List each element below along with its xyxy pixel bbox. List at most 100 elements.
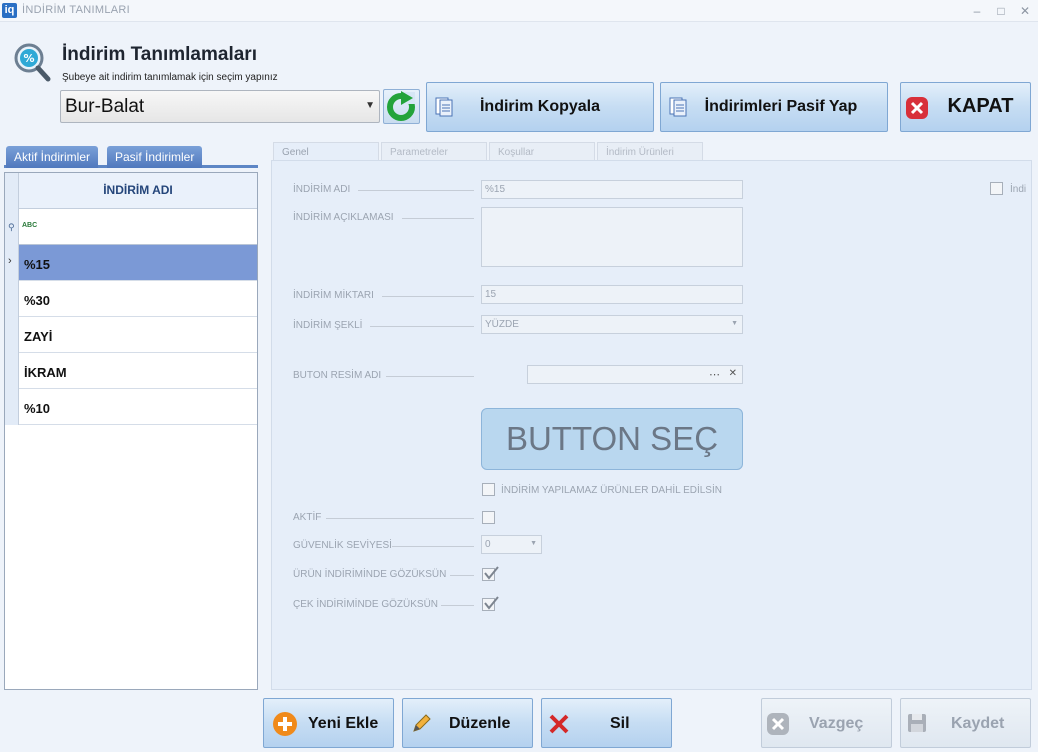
window-title: İNDİRİM TANIMLARI <box>22 4 130 16</box>
svg-text:%: % <box>23 52 34 65</box>
delete-button[interactable]: Sil <box>541 698 672 748</box>
chevron-right-icon: › <box>8 255 12 267</box>
row-name: ZAYİ <box>24 329 53 344</box>
table-row[interactable]: %30 <box>5 281 257 317</box>
amount-input[interactable]: 15 <box>481 285 743 304</box>
name-input[interactable]: %15 <box>481 180 743 199</box>
extra-checkbox-label: İndi <box>1010 184 1027 195</box>
type-select-value: YÜZDE <box>485 319 519 330</box>
tab-parameters[interactable]: Parametreler <box>381 142 487 162</box>
amount-label: İNDİRİM MİKTARI <box>293 290 374 301</box>
image-name-input[interactable]: ⋯ ✕ <box>527 365 743 384</box>
edit-button[interactable]: Düzenle <box>402 698 533 748</box>
divider <box>392 546 474 547</box>
filter-icon: ⚲ <box>8 222 15 232</box>
security-level-value: 0 <box>485 539 491 550</box>
add-new-button[interactable]: Yeni Ekle <box>263 698 394 748</box>
security-level-select[interactable]: 0 ▼ <box>481 535 542 554</box>
image-name-label: BUTON RESİM ADI <box>293 370 382 381</box>
check-icon <box>484 566 499 580</box>
divider <box>402 218 474 219</box>
include-products-label: İNDİRİM YAPILAMAZ ÜRÜNLER DAHİL EDİLSİN <box>501 485 722 496</box>
refresh-button[interactable] <box>383 89 420 124</box>
delete-icon <box>549 714 569 734</box>
chevron-down-icon: ▼ <box>731 320 738 327</box>
row-indicator <box>5 353 19 389</box>
edit-label: Düzenle <box>449 715 511 732</box>
cancel-label: Vazgeç <box>809 715 864 732</box>
check-show-label: ÇEK İNDİRİMİNDE GÖZÜKSÜN <box>293 599 439 610</box>
table-row[interactable]: › %15 <box>5 245 257 281</box>
make-passive-label: İndirimleri Pasif Yap <box>704 98 858 115</box>
row-name: %10 <box>24 401 51 416</box>
clear-icon[interactable]: ✕ <box>729 368 737 379</box>
description-label: İNDİRİM AÇIKLAMASI <box>293 212 394 223</box>
row-name: %15 <box>24 257 51 272</box>
pencil-icon <box>413 714 431 732</box>
divider <box>441 605 474 606</box>
copy-discount-button[interactable]: İndirim Kopyala <box>426 82 654 132</box>
tab-active-discounts[interactable]: Aktif İndirimler <box>6 146 99 168</box>
delete-label: Sil <box>610 715 630 732</box>
active-label: AKTİF <box>293 512 322 523</box>
left-tab-strip: Aktif İndirimler Pasif İndirimler <box>4 144 258 168</box>
floppy-disk-icon <box>908 714 926 732</box>
type-select[interactable]: YÜZDE ▼ <box>481 315 743 334</box>
window-close-button[interactable]: ✕ <box>1014 2 1036 20</box>
filter-row[interactable]: ⚲ ABC <box>5 209 257 245</box>
close-button[interactable]: KAPAT <box>900 82 1031 132</box>
tab-conditions[interactable]: Koşullar <box>489 142 595 162</box>
cancel-button[interactable]: Vazgeç <box>761 698 892 748</box>
text-filter-icon: ABC <box>22 222 38 229</box>
make-passive-button[interactable]: İndirimleri Pasif Yap <box>660 82 888 132</box>
security-level-label: GÜVENLİK SEVİYESİ <box>293 540 392 551</box>
refresh-icon <box>387 91 415 121</box>
row-indicator <box>5 281 19 317</box>
maximize-button[interactable]: □ <box>990 2 1012 20</box>
save-button[interactable]: Kaydet <box>900 698 1031 748</box>
divider <box>386 376 474 377</box>
column-header-name[interactable]: İNDİRİM ADI <box>19 183 257 197</box>
extra-checkbox[interactable] <box>990 182 1003 195</box>
tab-discount-products[interactable]: İndirim Ürünleri <box>597 142 703 162</box>
tab-general[interactable]: Genel <box>273 142 379 162</box>
table-row[interactable]: ZAYİ <box>5 317 257 353</box>
title-bar: iq İNDİRİM TANIMLARI – □ ✕ <box>0 0 1038 22</box>
close-label: KAPAT <box>947 95 1014 117</box>
button-select-button[interactable]: BUTTON SEÇ <box>481 408 743 470</box>
check-icon <box>484 596 499 610</box>
active-checkbox[interactable] <box>482 511 495 524</box>
row-name: İKRAM <box>24 365 67 380</box>
cancel-icon <box>767 713 789 735</box>
divider <box>450 575 474 576</box>
divider <box>370 326 474 327</box>
row-indicator <box>5 389 19 425</box>
chevron-down-icon: ▼ <box>530 540 537 547</box>
magnifier-percent-icon: % <box>12 42 52 82</box>
page-title: İndirim Tanımlamaları <box>62 44 257 65</box>
divider <box>382 296 474 297</box>
table-row[interactable]: %10 <box>5 389 257 425</box>
row-indicator <box>5 173 19 209</box>
page-subtitle: Şubeye ait indirim tanımlamak için seçim… <box>62 72 278 83</box>
copy-discount-label: İndirim Kopyala <box>479 98 601 115</box>
grid-header: İNDİRİM ADI <box>5 173 257 209</box>
browse-icon[interactable]: ⋯ <box>709 368 720 381</box>
add-new-label: Yeni Ekle <box>308 715 379 732</box>
plus-icon <box>273 712 297 736</box>
minimize-button[interactable]: – <box>966 2 988 20</box>
save-label: Kaydet <box>951 715 1005 732</box>
app-logo-icon: iq <box>2 3 17 18</box>
check-show-checkbox[interactable] <box>482 596 499 611</box>
branch-select[interactable]: Bur-Balat ▼ <box>60 90 380 123</box>
description-input[interactable] <box>481 207 743 267</box>
table-row[interactable]: İKRAM <box>5 353 257 389</box>
name-label: İNDİRİM ADI <box>293 184 351 195</box>
include-products-checkbox[interactable] <box>482 483 495 496</box>
type-label: İNDİRİM ŞEKLİ <box>293 320 363 331</box>
close-icon <box>906 97 928 119</box>
product-show-checkbox[interactable] <box>482 566 499 581</box>
product-show-label: ÜRÜN İNDİRİMİNDE GÖZÜKSÜN <box>293 569 447 580</box>
tab-passive-discounts[interactable]: Pasif İndirimler <box>107 146 203 168</box>
chevron-down-icon: ▼ <box>365 100 375 111</box>
